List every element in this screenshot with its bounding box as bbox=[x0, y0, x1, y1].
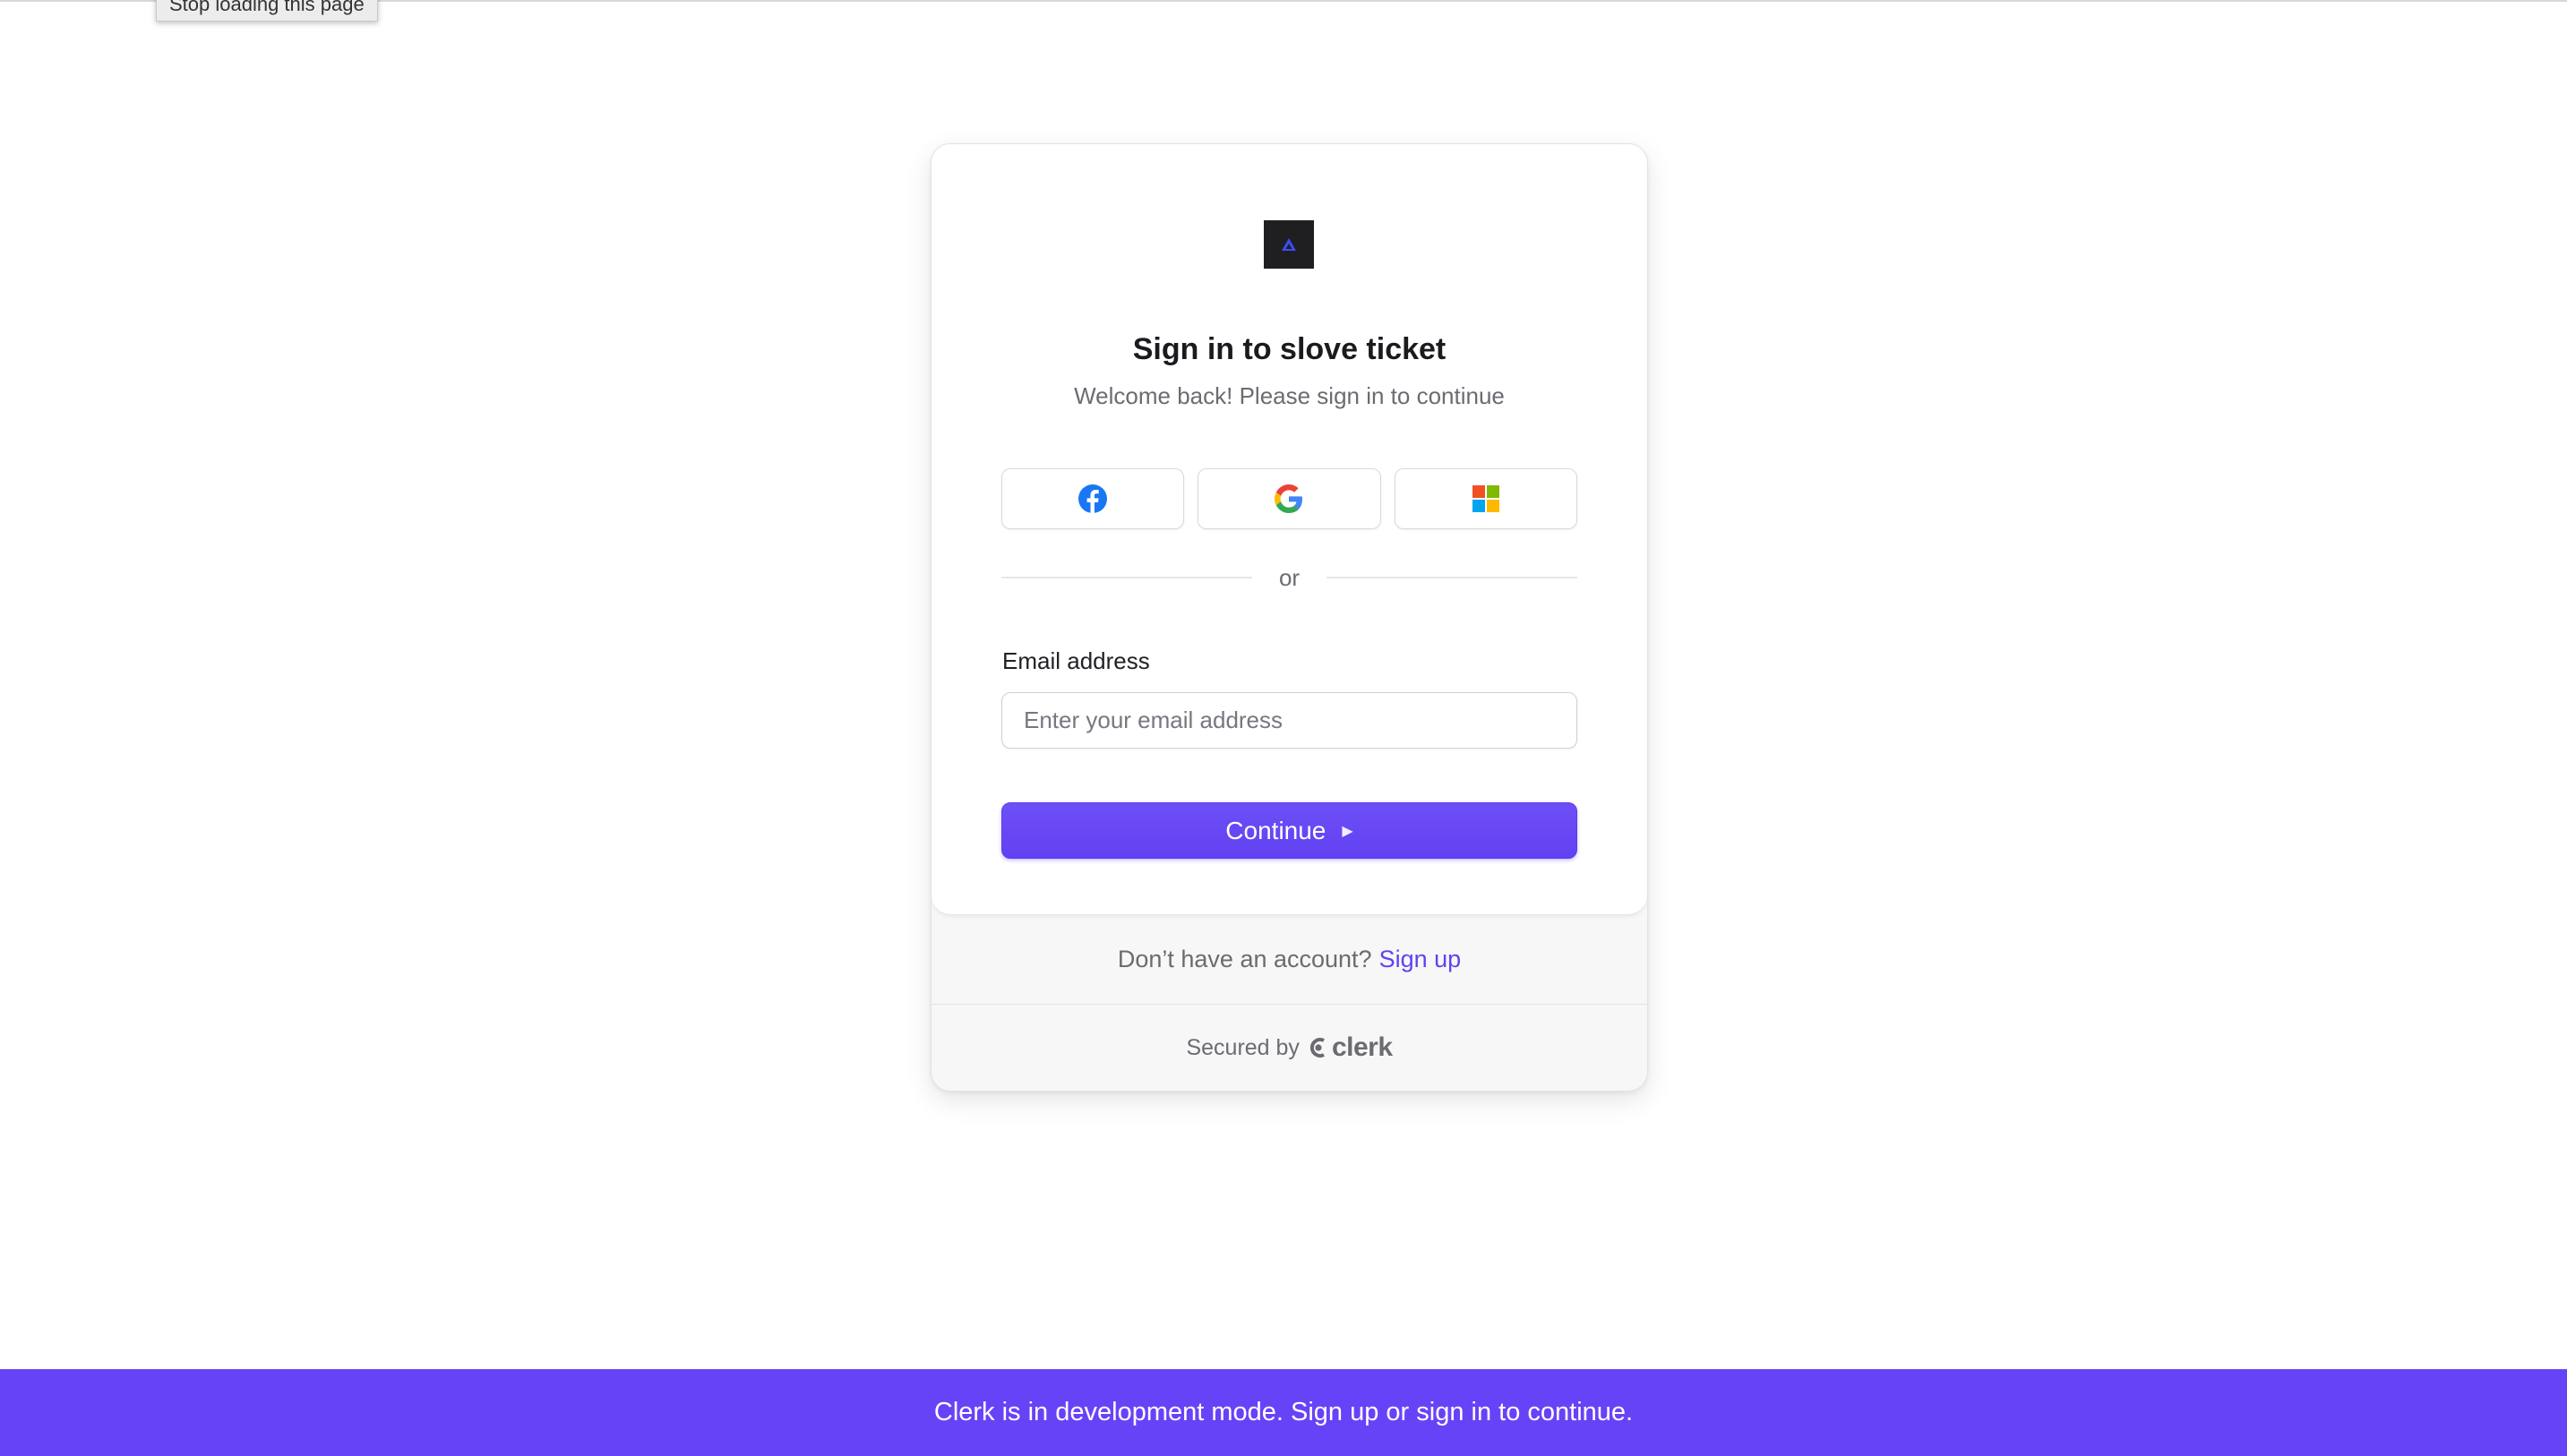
browser-top-border bbox=[0, 0, 2567, 2]
clerk-wordmark: clerk bbox=[1331, 1032, 1393, 1062]
signup-link[interactable]: Sign up bbox=[1379, 946, 1462, 973]
or-divider: or bbox=[1001, 561, 1577, 594]
google-icon bbox=[1275, 484, 1303, 513]
signup-prompt: Don’t have an account? bbox=[1117, 946, 1372, 972]
sign-in-card: Sign in to slove ticket Welcome back! Pl… bbox=[931, 143, 1648, 1092]
microsoft-icon bbox=[1472, 485, 1499, 512]
secured-by-label: Secured by bbox=[1186, 1034, 1300, 1060]
email-input[interactable] bbox=[1001, 692, 1577, 749]
caret-right-icon: ▶ bbox=[1342, 823, 1353, 839]
email-label: Email address bbox=[1002, 647, 1150, 674]
facebook-icon bbox=[1078, 484, 1108, 513]
facebook-sign-in-button[interactable] bbox=[1001, 468, 1185, 529]
sign-in-card-main: Sign in to slove ticket Welcome back! Pl… bbox=[932, 144, 1647, 915]
development-mode-banner: Clerk is in development mode. Sign up or… bbox=[0, 1369, 2567, 1456]
page: Stop loading this page Sign in to slove … bbox=[0, 0, 2567, 1456]
clerk-mark-icon bbox=[1309, 1038, 1325, 1058]
divider-label: or bbox=[1278, 563, 1301, 591]
divider-line-right bbox=[1326, 577, 1577, 578]
microsoft-sign-in-button[interactable] bbox=[1394, 468, 1577, 529]
triangle-logo-icon bbox=[1282, 238, 1296, 251]
signup-footer: Don’t have an account? Sign up bbox=[932, 915, 1647, 1005]
continue-button[interactable]: Continue ▶ bbox=[1001, 802, 1577, 859]
page-subtitle: Welcome back! Please sign in to continue bbox=[1074, 382, 1505, 409]
development-mode-text: Clerk is in development mode. Sign up or… bbox=[933, 1398, 1634, 1426]
google-sign-in-button[interactable] bbox=[1198, 468, 1381, 529]
app-logo bbox=[1264, 220, 1314, 269]
social-buttons bbox=[1001, 468, 1577, 529]
page-title: Sign in to slove ticket bbox=[1132, 332, 1447, 366]
divider-line-left bbox=[1001, 577, 1252, 578]
secured-by-footer: Secured by clerk bbox=[932, 1005, 1647, 1091]
stop-loading-tooltip: Stop loading this page bbox=[156, 0, 378, 21]
clerk-logo[interactable]: clerk bbox=[1309, 1032, 1393, 1063]
continue-label: Continue bbox=[1225, 816, 1326, 844]
